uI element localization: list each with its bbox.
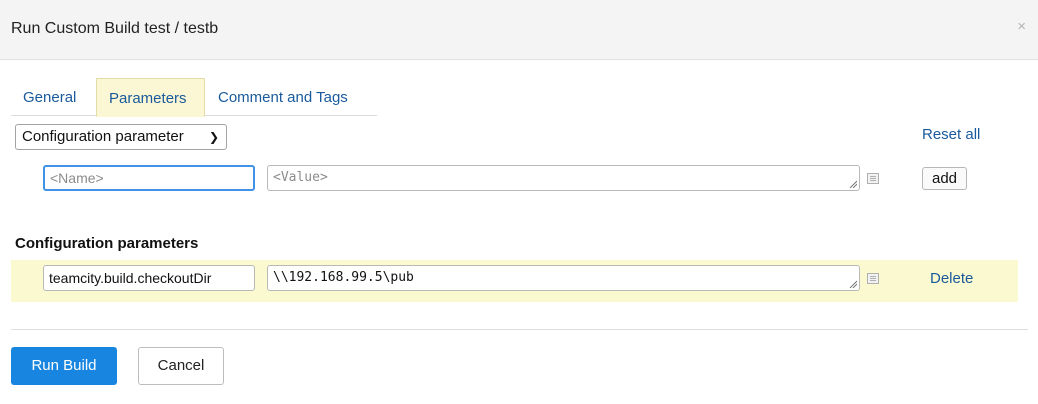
tab-bar: General Parameters Comment and Tags: [11, 78, 377, 117]
value-placeholder: <Value>: [273, 170, 328, 185]
tab-comment-and-tags[interactable]: Comment and Tags: [206, 78, 360, 116]
delete-parameter-link[interactable]: Delete: [930, 270, 973, 287]
add-parameter-button[interactable]: add: [922, 167, 967, 190]
new-param-value-input[interactable]: <Value>: [267, 165, 860, 191]
configuration-parameters-heading: Configuration parameters: [15, 235, 199, 252]
footer-divider: [11, 329, 1028, 330]
cancel-button[interactable]: Cancel: [138, 347, 224, 385]
dialog-header: Run Custom Build test / testb ×: [0, 0, 1038, 60]
param-name-field[interactable]: teamcity.build.checkoutDir: [43, 265, 255, 291]
chevron-down-icon: ❯: [208, 130, 219, 144]
dialog-title: Run Custom Build test / testb: [11, 20, 219, 37]
new-param-name-input[interactable]: <Name>: [43, 165, 255, 191]
reset-all-link[interactable]: Reset all: [922, 126, 980, 143]
tab-parameters[interactable]: Parameters: [96, 78, 205, 117]
parameter-type-value: Configuration parameter: [22, 128, 184, 145]
run-custom-build-dialog: Run Custom Build test / testb × General …: [0, 0, 1038, 404]
param-value-text: \\192.168.99.5\pub: [273, 270, 414, 285]
tab-general[interactable]: General: [11, 78, 88, 116]
expand-editor-icon[interactable]: [867, 173, 879, 184]
param-value-field[interactable]: \\192.168.99.5\pub: [267, 265, 860, 291]
name-placeholder: <Name>: [50, 170, 104, 186]
resize-grip-icon[interactable]: [849, 280, 857, 288]
expand-editor-icon[interactable]: [867, 273, 879, 284]
parameter-type-select[interactable]: Configuration parameter ❯: [15, 124, 227, 150]
resize-grip-icon[interactable]: [849, 180, 857, 188]
close-icon[interactable]: ×: [1017, 18, 1026, 35]
run-build-button[interactable]: Run Build: [11, 347, 117, 385]
